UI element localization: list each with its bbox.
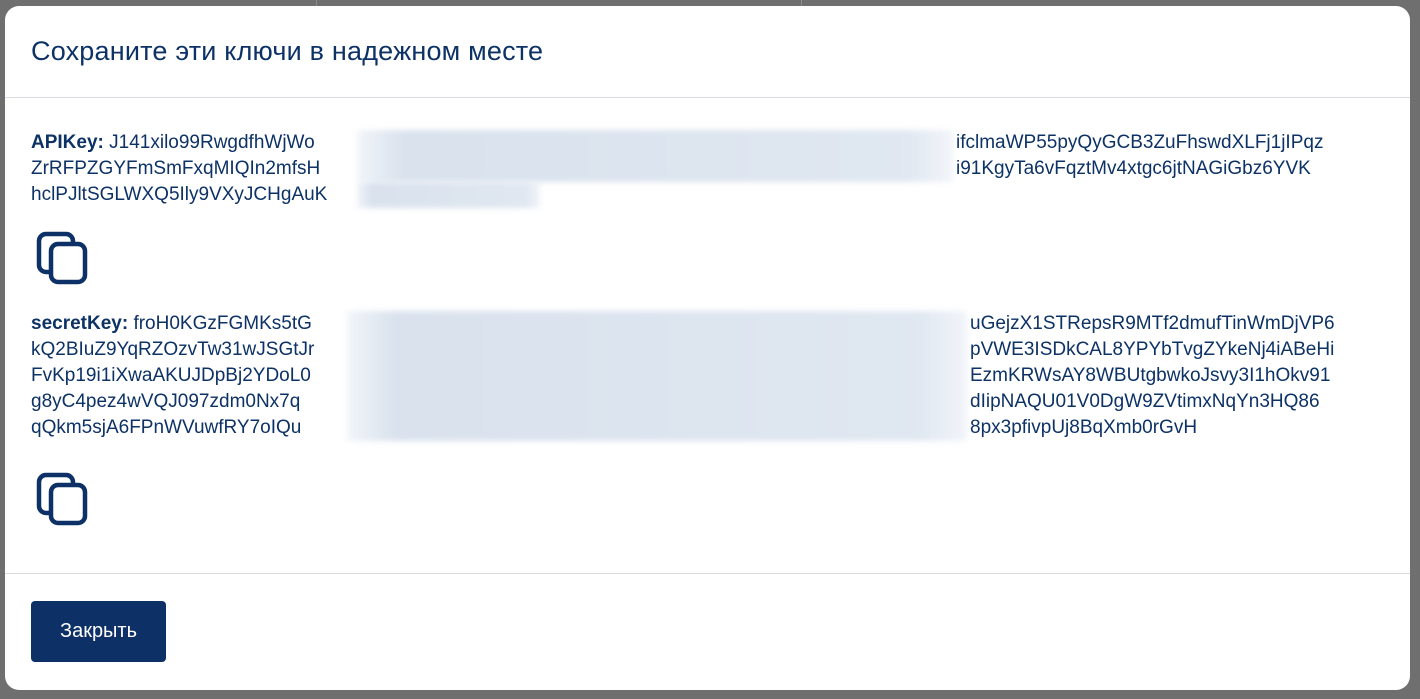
api-key-label: APIKey: xyxy=(31,132,104,153)
redacted-area xyxy=(347,311,967,441)
copy-icon xyxy=(36,472,88,526)
api-key-line-end: i91KgyTa6vFqztMv4xtgc6jtNAGiGbz6YVK xyxy=(956,158,1311,179)
api-key-line: ZrRFPZGYFmSmFxqMIQIn2mfsH xyxy=(31,158,321,179)
secret-key-line-end: pVWE3ISDkCAL8YPYbTvgZYkeNj4iABeHi xyxy=(970,339,1335,360)
redacted-area xyxy=(357,130,953,182)
secret-key-line: FvKp19i1iXwaAKUJDpBj2YDoL0 xyxy=(31,365,311,386)
api-key-line: hclPJltSGLWXQ5Ily9VXyJCHgAuK xyxy=(31,184,328,205)
secret-key-value[interactable]: secretKey: froH0KGzFGMKs5tG uGejzX1STRep… xyxy=(31,311,1384,441)
secret-key-line-end: EzmKRWsAY8WBUtgbwkoJsvy3I1hOkv91 xyxy=(970,365,1331,386)
modal-footer: Закрыть xyxy=(5,574,1410,690)
copy-api-key-button[interactable] xyxy=(33,230,95,292)
api-key-value[interactable]: APIKey: J141xilo99RwgdfhWjWo ifclmaWP55p… xyxy=(31,130,1384,208)
modal-title: Сохраните эти ключи в надежном месте xyxy=(31,36,544,66)
copy-icon xyxy=(36,231,88,285)
api-key-block: APIKey: J141xilo99RwgdfhWjWo ifclmaWP55p… xyxy=(31,130,1384,285)
close-button[interactable]: Закрыть xyxy=(31,601,166,662)
modal-body: APIKey: J141xilo99RwgdfhWjWo ifclmaWP55p… xyxy=(5,98,1410,574)
secret-key-block: secretKey: froH0KGzFGMKs5tG uGejzX1STRep… xyxy=(31,311,1384,526)
copy-secret-key-button[interactable] xyxy=(33,471,95,533)
secret-key-line-end: uGejzX1STRepsR9MTf2dmufTinWmDjVP6 xyxy=(970,313,1335,334)
redacted-area xyxy=(357,182,540,208)
secret-key-line: froH0KGzFGMKs5tG xyxy=(133,313,312,334)
secret-key-line-end: dIipNAQU01V0DgW9ZVtimxNqYn3HQ86 xyxy=(970,391,1320,412)
secret-key-label: secretKey: xyxy=(31,313,129,334)
secret-key-line: g8yC4pez4wVQJ097zdm0Nx7q xyxy=(31,391,301,412)
save-keys-modal: Сохраните эти ключи в надежном месте API… xyxy=(5,6,1410,690)
api-key-line-end: ifclmaWP55pyQyGCB3ZuFhswdXLFj1jIPqz xyxy=(956,132,1324,153)
secret-key-line: kQ2BIuZ9YqRZOzvTw31wJSGtJr xyxy=(31,339,315,360)
secret-key-line: qQkm5sjA6FPnWVuwfRY7oIQu xyxy=(31,417,302,438)
secret-key-line-end: 8px3pfivpUj8BqXmb0rGvH xyxy=(970,417,1198,438)
modal-header: Сохраните эти ключи в надежном месте xyxy=(5,6,1410,98)
api-key-line: J141xilo99RwgdfhWjWo xyxy=(109,132,315,153)
